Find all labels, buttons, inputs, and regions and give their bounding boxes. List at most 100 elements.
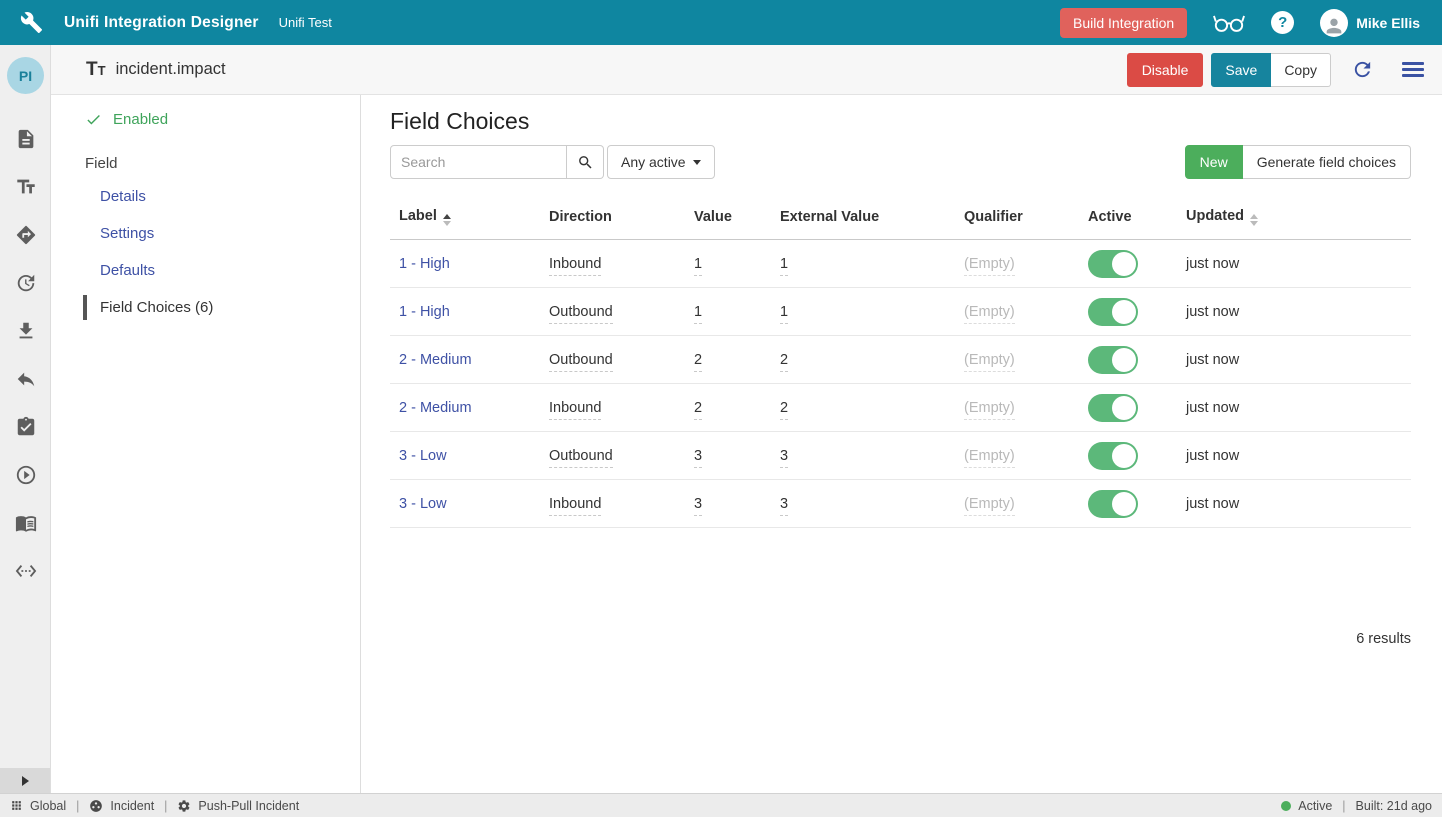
code-icon[interactable]	[15, 560, 37, 582]
generate-field-choices-button[interactable]: Generate field choices	[1243, 145, 1411, 179]
external-value-cell[interactable]: 2	[780, 352, 788, 372]
user-menu[interactable]: Mike Ellis	[1320, 9, 1420, 37]
external-value-cell[interactable]: 2	[780, 400, 788, 420]
history-icon[interactable]	[15, 272, 37, 294]
column-header-updated[interactable]: Updated	[1177, 195, 1411, 240]
qualifier-cell[interactable]: (Empty)	[964, 448, 1015, 468]
enabled-status[interactable]: Enabled	[85, 111, 360, 128]
help-icon[interactable]: ?	[1271, 11, 1294, 34]
external-value-cell[interactable]: 3	[780, 448, 788, 468]
direction-cell-container: Outbound	[540, 432, 685, 480]
reply-icon[interactable]	[15, 368, 37, 390]
direction-cell[interactable]: Inbound	[549, 256, 601, 276]
value-cell[interactable]: 3	[694, 448, 702, 468]
copy-button[interactable]: Copy	[1271, 53, 1331, 87]
results-count: 6 results	[1356, 631, 1411, 647]
tasks-icon[interactable]	[15, 416, 37, 438]
label-link[interactable]: 1 - High	[399, 304, 450, 320]
external-value-cell-container: 3	[771, 432, 955, 480]
nav-item-field-choices-6[interactable]: Field Choices (6)	[83, 295, 360, 320]
integration-label[interactable]: Push-Pull Incident	[198, 799, 299, 813]
active-toggle[interactable]	[1088, 490, 1138, 518]
label-link-container: 1 - High	[390, 288, 540, 336]
direction-cell[interactable]: Inbound	[549, 400, 601, 420]
nav-item-defaults[interactable]: Defaults	[51, 258, 360, 283]
value-cell-container: 2	[685, 384, 771, 432]
table-row: 3 - LowOutbound33(Empty)just now	[390, 432, 1411, 480]
value-cell[interactable]: 1	[694, 304, 702, 324]
search-button[interactable]	[567, 145, 604, 179]
status-label: Active	[1298, 799, 1332, 813]
search-icon	[577, 154, 594, 171]
nav-section-field: Field	[85, 155, 360, 172]
table-row: 2 - MediumOutbound22(Empty)just now	[390, 336, 1411, 384]
nav-item-details[interactable]: Details	[51, 184, 360, 209]
direction-cell[interactable]: Inbound	[549, 496, 601, 516]
external-value-cell[interactable]: 1	[780, 256, 788, 276]
qualifier-cell[interactable]: (Empty)	[964, 256, 1015, 276]
active-cell	[1079, 336, 1177, 384]
label-link-container: 2 - Medium	[390, 384, 540, 432]
value-cell-container: 1	[685, 288, 771, 336]
save-button[interactable]: Save	[1211, 53, 1271, 87]
label-link[interactable]: 2 - Medium	[399, 352, 472, 368]
active-toggle[interactable]	[1088, 394, 1138, 422]
external-value-cell-container: 2	[771, 384, 955, 432]
preview-glasses-icon[interactable]	[1213, 12, 1245, 33]
play-circle-icon[interactable]	[15, 464, 37, 486]
external-value-cell-container: 3	[771, 480, 955, 528]
active-toggle[interactable]	[1088, 250, 1138, 278]
refresh-icon[interactable]	[1351, 58, 1374, 81]
qualifier-cell[interactable]: (Empty)	[964, 352, 1015, 372]
text-fields-icon[interactable]	[15, 176, 37, 198]
application-label[interactable]: Incident	[110, 799, 154, 813]
label-link[interactable]: 3 - Low	[399, 496, 447, 512]
value-cell[interactable]: 2	[694, 400, 702, 420]
external-value-cell-container: 1	[771, 240, 955, 288]
active-filter-dropdown[interactable]: Any active	[607, 145, 715, 179]
active-cell	[1079, 432, 1177, 480]
direction-cell-container: Outbound	[540, 336, 685, 384]
new-button[interactable]: New	[1185, 145, 1243, 179]
integration-avatar[interactable]: PI	[7, 57, 44, 94]
sidebar-expand-button[interactable]	[0, 768, 50, 793]
enabled-label: Enabled	[113, 111, 168, 128]
menu-icon[interactable]	[1402, 59, 1424, 80]
search-input[interactable]	[390, 145, 567, 179]
value-cell[interactable]: 3	[694, 496, 702, 516]
qualifier-cell[interactable]: (Empty)	[964, 400, 1015, 420]
qualifier-cell-container: (Empty)	[955, 384, 1079, 432]
value-cell[interactable]: 2	[694, 352, 702, 372]
qualifier-cell[interactable]: (Empty)	[964, 496, 1015, 516]
build-integration-button[interactable]: Build Integration	[1060, 8, 1187, 38]
direction-cell[interactable]: Outbound	[549, 304, 613, 324]
directions-icon[interactable]	[15, 224, 37, 246]
external-value-cell[interactable]: 3	[780, 496, 788, 516]
external-value-cell[interactable]: 1	[780, 304, 788, 324]
environment-name: Unifi Test	[279, 15, 332, 30]
active-cell	[1079, 384, 1177, 432]
scope-label[interactable]: Global	[30, 799, 66, 813]
nav-item-settings[interactable]: Settings	[51, 221, 360, 246]
active-toggle[interactable]	[1088, 298, 1138, 326]
value-cell[interactable]: 1	[694, 256, 702, 276]
nav-items: Details Settings Defaults Field Choices (6)	[51, 184, 360, 320]
qualifier-cell[interactable]: (Empty)	[964, 304, 1015, 324]
book-icon[interactable]	[15, 512, 37, 534]
download-icon[interactable]	[15, 320, 37, 342]
label-link[interactable]: 3 - Low	[399, 448, 447, 464]
active-toggle[interactable]	[1088, 442, 1138, 470]
label-link[interactable]: 2 - Medium	[399, 400, 472, 416]
direction-cell[interactable]: Outbound	[549, 352, 613, 372]
column-header-label[interactable]: Label	[390, 195, 540, 240]
qualifier-cell-container: (Empty)	[955, 432, 1079, 480]
disable-button[interactable]: Disable	[1127, 53, 1204, 87]
active-toggle[interactable]	[1088, 346, 1138, 374]
label-link[interactable]: 1 - High	[399, 256, 450, 272]
direction-cell[interactable]: Outbound	[549, 448, 613, 468]
value-cell-container: 3	[685, 432, 771, 480]
chevron-down-icon	[693, 160, 701, 165]
document-icon[interactable]	[15, 128, 37, 150]
record-toolbar: T T incident.impact Disable Save Copy	[0, 45, 1442, 95]
field-choices-table: LabelDirectionValueExternal ValueQualifi…	[390, 195, 1411, 528]
